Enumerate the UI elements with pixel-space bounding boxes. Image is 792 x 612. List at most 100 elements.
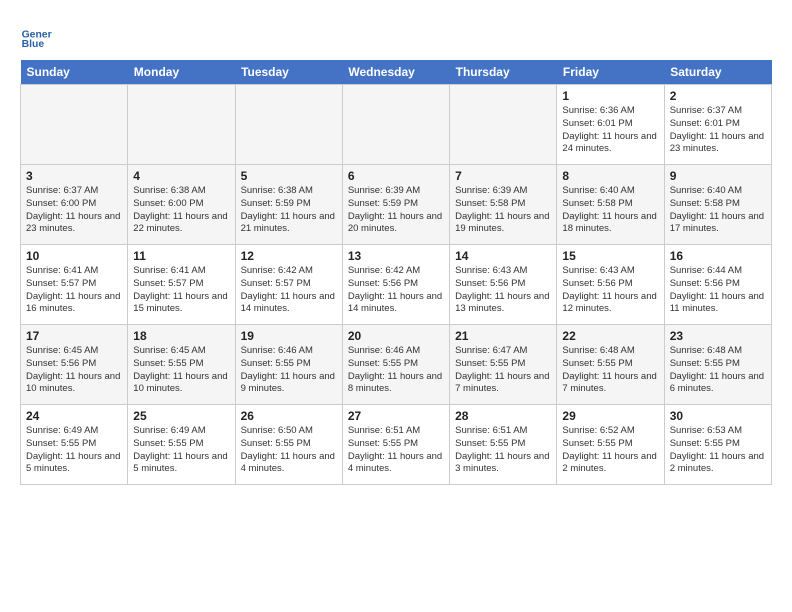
calendar-cell (235, 85, 342, 165)
day-number: 22 (562, 329, 658, 343)
day-number: 11 (133, 249, 229, 263)
day-info: Sunrise: 6:45 AMSunset: 5:55 PMDaylight:… (133, 345, 229, 396)
calendar-cell: 1Sunrise: 6:36 AMSunset: 6:01 PMDaylight… (557, 85, 664, 165)
calendar-cell: 21 Sunrise: 6:47 AMSunset: 5:55 PMDayligh… (450, 325, 557, 405)
day-number: 7 (455, 169, 551, 183)
day-number: 2 (670, 89, 766, 103)
calendar-cell (128, 85, 235, 165)
day-info: Sunrise: 6:48 AMSunset: 5:55 PMDaylight:… (670, 345, 766, 396)
day-info: Sunrise: 6:45 AMSunset: 5:56 PMDaylight:… (26, 345, 122, 396)
day-info: Sunrise: 6:50 AMSunset: 5:55 PMDaylight:… (241, 425, 337, 476)
day-info: Sunrise: 6:49 AMSunset: 5:55 PMDaylight:… (26, 425, 122, 476)
calendar-day-header: Friday (557, 60, 664, 85)
day-info: Sunrise: 6:37 AMSunset: 6:01 PMDaylight:… (670, 105, 766, 156)
calendar-week-row: 1Sunrise: 6:36 AMSunset: 6:01 PMDaylight… (21, 85, 772, 165)
calendar-week-row: 3 Sunrise: 6:37 AMSunset: 6:00 PMDaylight… (21, 165, 772, 245)
day-number: 1 (562, 89, 658, 103)
day-number: 20 (348, 329, 444, 343)
calendar-day-header: Tuesday (235, 60, 342, 85)
day-number: 27 (348, 409, 444, 423)
day-info: Sunrise: 6:46 AMSunset: 5:55 PMDaylight:… (348, 345, 444, 396)
calendar-cell: 5 Sunrise: 6:38 AMSunset: 5:59 PMDaylight… (235, 165, 342, 245)
calendar-cell: 22Sunrise: 6:48 AMSunset: 5:55 PMDayligh… (557, 325, 664, 405)
calendar-cell (450, 85, 557, 165)
calendar-cell: 3 Sunrise: 6:37 AMSunset: 6:00 PMDaylight… (21, 165, 128, 245)
calendar-day-header: Thursday (450, 60, 557, 85)
day-info: Sunrise: 6:41 AMSunset: 5:57 PMDaylight:… (133, 265, 229, 316)
calendar-cell: 12Sunrise: 6:42 AMSunset: 5:57 PMDayligh… (235, 245, 342, 325)
calendar-day-header: Saturday (664, 60, 771, 85)
day-number: 28 (455, 409, 551, 423)
day-number: 26 (241, 409, 337, 423)
day-number: 21 (455, 329, 551, 343)
day-info: Sunrise: 6:51 AMSunset: 5:55 PMDaylight:… (455, 425, 551, 476)
svg-text:Blue: Blue (22, 39, 45, 50)
calendar-cell: 28 Sunrise: 6:51 AMSunset: 5:55 PMDayligh… (450, 405, 557, 485)
calendar-cell: 26 Sunrise: 6:50 AMSunset: 5:55 PMDayligh… (235, 405, 342, 485)
day-number: 17 (26, 329, 122, 343)
day-info: Sunrise: 6:43 AMSunset: 5:56 PMDaylight:… (455, 265, 551, 316)
day-number: 9 (670, 169, 766, 183)
calendar-cell: 2 Sunrise: 6:37 AMSunset: 6:01 PMDaylight… (664, 85, 771, 165)
day-number: 30 (670, 409, 766, 423)
calendar-cell: 27 Sunrise: 6:51 AMSunset: 5:55 PMDayligh… (342, 405, 449, 485)
day-info: Sunrise: 6:53 AMSunset: 5:55 PMDaylight:… (670, 425, 766, 476)
day-info: Sunrise: 6:44 AMSunset: 5:56 PMDaylight:… (670, 265, 766, 316)
day-info: Sunrise: 6:40 AMSunset: 5:58 PMDaylight:… (562, 185, 658, 236)
calendar-day-header: Monday (128, 60, 235, 85)
calendar-cell: 14 Sunrise: 6:43 AMSunset: 5:56 PMDayligh… (450, 245, 557, 325)
logo-icon: General Blue (20, 20, 52, 52)
day-info: Sunrise: 6:39 AMSunset: 5:59 PMDaylight:… (348, 185, 444, 236)
day-number: 23 (670, 329, 766, 343)
calendar-cell: 29Sunrise: 6:52 AMSunset: 5:55 PMDayligh… (557, 405, 664, 485)
day-number: 13 (348, 249, 444, 263)
calendar-week-row: 17 Sunrise: 6:45 AMSunset: 5:56 PMDayligh… (21, 325, 772, 405)
day-number: 10 (26, 249, 122, 263)
calendar-cell: 4 Sunrise: 6:38 AMSunset: 6:00 PMDaylight… (128, 165, 235, 245)
day-info: Sunrise: 6:47 AMSunset: 5:55 PMDaylight:… (455, 345, 551, 396)
day-number: 25 (133, 409, 229, 423)
day-info: Sunrise: 6:38 AMSunset: 6:00 PMDaylight:… (133, 185, 229, 236)
calendar-cell: 15 Sunrise: 6:43 AMSunset: 5:56 PMDayligh… (557, 245, 664, 325)
calendar-day-header: Sunday (21, 60, 128, 85)
logo: General Blue (20, 20, 56, 52)
day-number: 29 (562, 409, 658, 423)
calendar-cell (342, 85, 449, 165)
day-number: 18 (133, 329, 229, 343)
day-info: Sunrise: 6:43 AMSunset: 5:56 PMDaylight:… (562, 265, 658, 316)
calendar-cell: 11 Sunrise: 6:41 AMSunset: 5:57 PMDayligh… (128, 245, 235, 325)
day-number: 4 (133, 169, 229, 183)
day-info: Sunrise: 6:42 AMSunset: 5:57 PMDaylight:… (241, 265, 337, 316)
calendar-week-row: 10 Sunrise: 6:41 AMSunset: 5:57 PMDayligh… (21, 245, 772, 325)
day-info: Sunrise: 6:38 AMSunset: 5:59 PMDaylight:… (241, 185, 337, 236)
calendar-cell: 9 Sunrise: 6:40 AMSunset: 5:58 PMDaylight… (664, 165, 771, 245)
day-number: 16 (670, 249, 766, 263)
day-info: Sunrise: 6:51 AMSunset: 5:55 PMDaylight:… (348, 425, 444, 476)
calendar-week-row: 24 Sunrise: 6:49 AMSunset: 5:55 PMDayligh… (21, 405, 772, 485)
day-info: Sunrise: 6:37 AMSunset: 6:00 PMDaylight:… (26, 185, 122, 236)
calendar-cell: 6Sunrise: 6:39 AMSunset: 5:59 PMDaylight… (342, 165, 449, 245)
day-number: 8 (562, 169, 658, 183)
day-info: Sunrise: 6:41 AMSunset: 5:57 PMDaylight:… (26, 265, 122, 316)
calendar-table: SundayMondayTuesdayWednesdayThursdayFrid… (20, 60, 772, 485)
day-number: 14 (455, 249, 551, 263)
page-header: General Blue (20, 20, 772, 52)
day-info: Sunrise: 6:46 AMSunset: 5:55 PMDaylight:… (241, 345, 337, 396)
calendar-cell: 19Sunrise: 6:46 AMSunset: 5:55 PMDayligh… (235, 325, 342, 405)
calendar-cell: 18 Sunrise: 6:45 AMSunset: 5:55 PMDayligh… (128, 325, 235, 405)
calendar-cell: 23 Sunrise: 6:48 AMSunset: 5:55 PMDayligh… (664, 325, 771, 405)
day-number: 5 (241, 169, 337, 183)
calendar-cell: 13 Sunrise: 6:42 AMSunset: 5:56 PMDayligh… (342, 245, 449, 325)
calendar-cell: 20 Sunrise: 6:46 AMSunset: 5:55 PMDayligh… (342, 325, 449, 405)
calendar-cell (21, 85, 128, 165)
calendar-cell: 24 Sunrise: 6:49 AMSunset: 5:55 PMDayligh… (21, 405, 128, 485)
calendar-day-header: Wednesday (342, 60, 449, 85)
calendar-cell: 10 Sunrise: 6:41 AMSunset: 5:57 PMDayligh… (21, 245, 128, 325)
calendar-cell: 7Sunrise: 6:39 AMSunset: 5:58 PMDaylight… (450, 165, 557, 245)
calendar-cell: 25Sunrise: 6:49 AMSunset: 5:55 PMDayligh… (128, 405, 235, 485)
day-number: 24 (26, 409, 122, 423)
day-info: Sunrise: 6:42 AMSunset: 5:56 PMDaylight:… (348, 265, 444, 316)
day-number: 15 (562, 249, 658, 263)
day-number: 3 (26, 169, 122, 183)
day-info: Sunrise: 6:40 AMSunset: 5:58 PMDaylight:… (670, 185, 766, 236)
